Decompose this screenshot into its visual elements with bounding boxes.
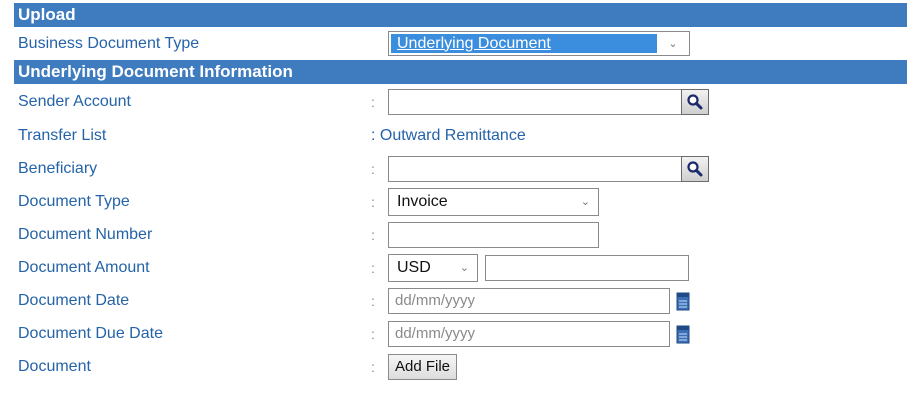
beneficiary-input[interactable] <box>388 155 682 182</box>
document-amount-input[interactable] <box>485 254 689 281</box>
business-document-type-label: Business Document Type <box>18 34 200 52</box>
search-icon <box>687 160 703 176</box>
document-number-row: Document Number : <box>14 218 907 251</box>
beneficiary-label: Beneficiary <box>18 159 98 177</box>
beneficiary-row: Beneficiary : <box>14 152 907 185</box>
document-due-date-label: Document Due Date <box>18 324 163 342</box>
calendar-icon <box>676 292 690 310</box>
document-due-date-row: Document Due Date : <box>14 317 907 350</box>
document-type-label: Document Type <box>18 192 130 210</box>
document-date-label: Document Date <box>18 291 130 309</box>
document-date-row: Document Date : <box>14 284 907 317</box>
document-type-row: Document Type : Invoice ⌄ <box>14 185 907 218</box>
business-document-type-select[interactable]: Underlying Document ⌄ <box>388 31 690 56</box>
transfer-list-value-wrap: : Outward Remittance <box>371 119 526 152</box>
document-date-input[interactable] <box>388 287 670 314</box>
currency-select[interactable]: USD ⌄ <box>388 253 478 282</box>
beneficiary-search-button[interactable] <box>681 155 709 182</box>
business-document-type-row: Business Document Type Underlying Docume… <box>14 27 907 60</box>
sender-account-label: Sender Account <box>18 92 131 110</box>
upload-section-header: Upload <box>14 3 907 27</box>
document-number-input[interactable] <box>388 221 599 248</box>
upload-form: Upload Business Document Type Underlying… <box>0 0 907 394</box>
colon-separator: : <box>371 160 375 177</box>
colon-separator: : <box>371 292 375 309</box>
search-icon <box>687 93 703 109</box>
sender-account-input[interactable] <box>388 88 682 115</box>
document-amount-row: Document Amount : USD ⌄ <box>14 251 907 284</box>
colon-separator: : <box>371 358 375 375</box>
document-due-date-calendar-button[interactable] <box>676 323 690 345</box>
document-type-value: Invoice <box>397 192 448 210</box>
add-file-button[interactable]: Add File <box>388 353 458 380</box>
document-date-calendar-button[interactable] <box>676 290 690 312</box>
colon-separator: : <box>371 226 375 243</box>
document-number-label: Document Number <box>18 225 153 243</box>
business-document-type-value: Underlying Document <box>391 34 657 53</box>
document-amount-label: Document Amount <box>18 258 150 276</box>
transfer-list-label: Transfer List <box>18 126 107 144</box>
colon-separator: : <box>371 325 375 342</box>
chevron-down-icon: ⌄ <box>580 196 590 208</box>
colon-separator: : <box>371 193 375 210</box>
currency-value: USD <box>397 258 431 276</box>
document-row: Document : Add File <box>14 350 907 383</box>
transfer-list-value: : Outward Remittance <box>371 126 526 144</box>
underlying-section-header: Underlying Document Information <box>14 60 907 84</box>
chevron-down-icon: ⌄ <box>459 262 469 274</box>
colon-separator: : <box>371 93 375 110</box>
document-type-select[interactable]: Invoice ⌄ <box>388 187 599 216</box>
colon-separator: : <box>371 259 375 276</box>
sender-account-search-button[interactable] <box>681 88 709 115</box>
chevron-down-icon: ⌄ <box>668 38 678 50</box>
calendar-icon <box>676 325 690 343</box>
document-label: Document <box>18 357 91 375</box>
document-due-date-input[interactable] <box>388 320 670 347</box>
transfer-list-row: Transfer List : Outward Remittance <box>14 119 907 152</box>
sender-account-row: Sender Account : <box>14 84 907 119</box>
